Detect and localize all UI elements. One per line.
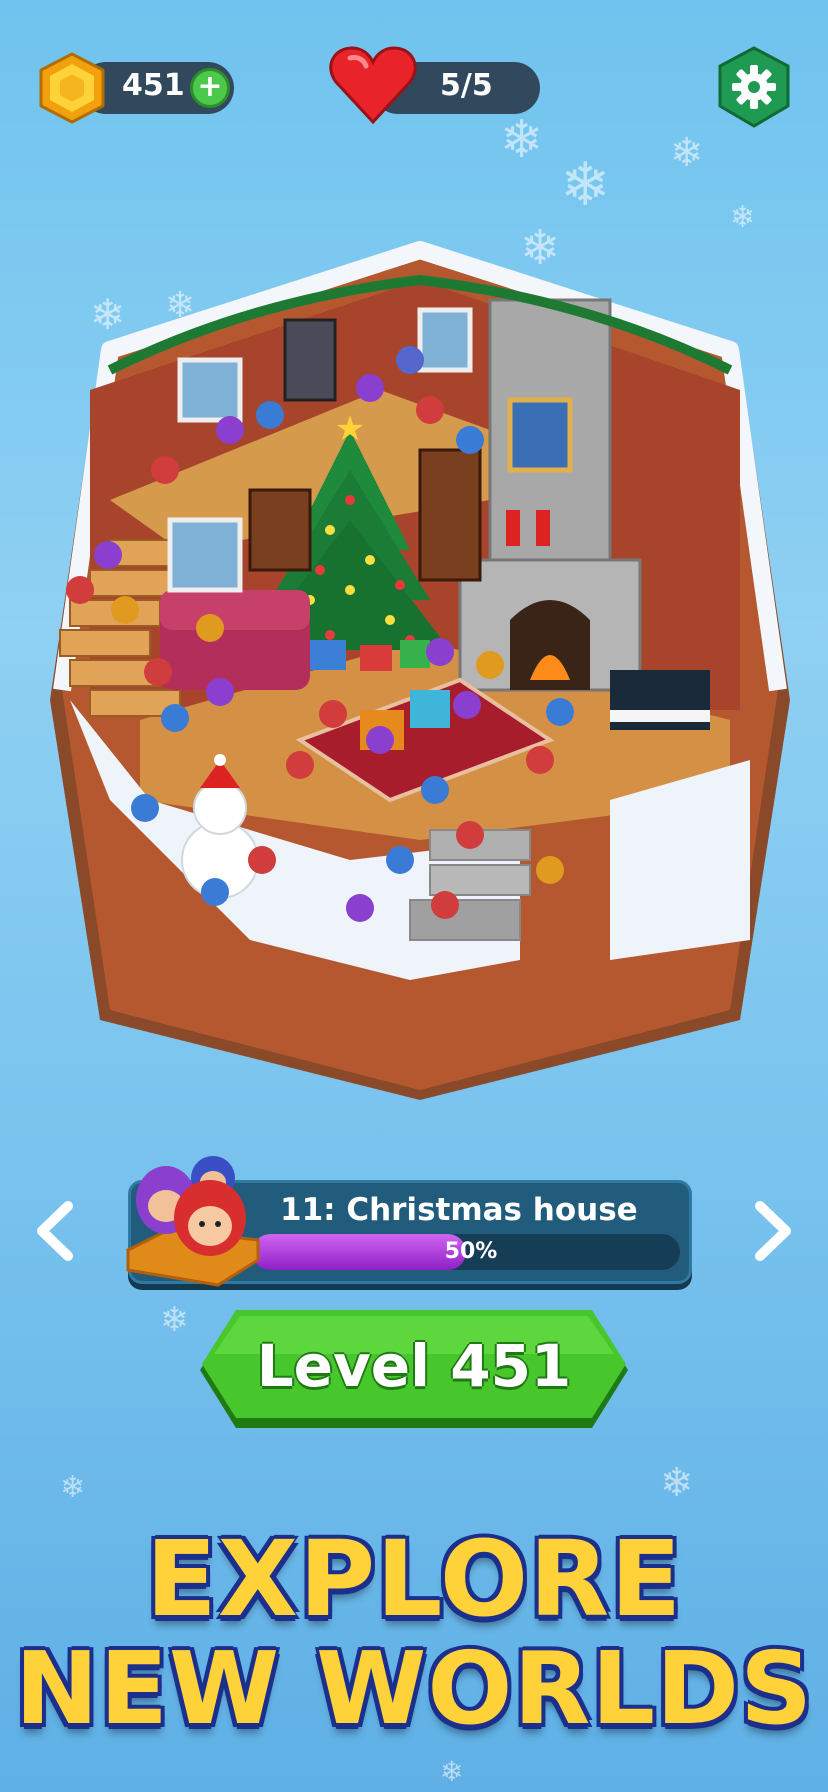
svg-text:★: ★ bbox=[335, 409, 365, 449]
snowflake-icon: ❄ bbox=[730, 200, 756, 235]
play-level-button[interactable]: Level 451 bbox=[196, 1308, 632, 1432]
snowflake-icon: ❄ bbox=[560, 150, 611, 220]
world-progress-label: 50% bbox=[444, 1239, 498, 1264]
banner-line-1: EXPLORE bbox=[145, 1518, 683, 1640]
snowflake-icon: ❄ bbox=[670, 130, 704, 176]
snowflake-icon: ❄ bbox=[660, 1460, 694, 1506]
previous-world-arrow[interactable] bbox=[30, 1196, 80, 1266]
world-progress-bar: 50% bbox=[252, 1234, 680, 1270]
world-title: 11: Christmas house bbox=[280, 1192, 638, 1228]
plus-icon: + bbox=[197, 69, 223, 104]
chevron-left-icon bbox=[37, 1201, 73, 1261]
gold-hexagon-coin-icon bbox=[39, 52, 105, 124]
snowflake-icon: ❄ bbox=[60, 1470, 86, 1505]
coin-count: 451 bbox=[122, 68, 185, 103]
add-coins-button[interactable]: + bbox=[190, 68, 230, 108]
snowflake-icon: ❄ bbox=[500, 110, 544, 170]
gear-icon bbox=[732, 65, 776, 109]
heart-icon bbox=[329, 46, 417, 125]
snowflake-icon: ❄ bbox=[160, 1300, 189, 1340]
chevron-right-icon bbox=[755, 1201, 791, 1261]
snowflake-icon: ❄ bbox=[440, 1755, 464, 1788]
lives-count: 5/5 bbox=[440, 68, 493, 103]
christmas-house-scene[interactable]: ★ bbox=[50, 240, 790, 1120]
character-group-icon bbox=[126, 1156, 260, 1287]
settings-button[interactable] bbox=[714, 44, 794, 130]
next-world-arrow[interactable] bbox=[748, 1196, 798, 1266]
level-button-label: Level 451 bbox=[256, 1332, 572, 1400]
banner-line-2: NEW WORLDS bbox=[14, 1630, 814, 1747]
